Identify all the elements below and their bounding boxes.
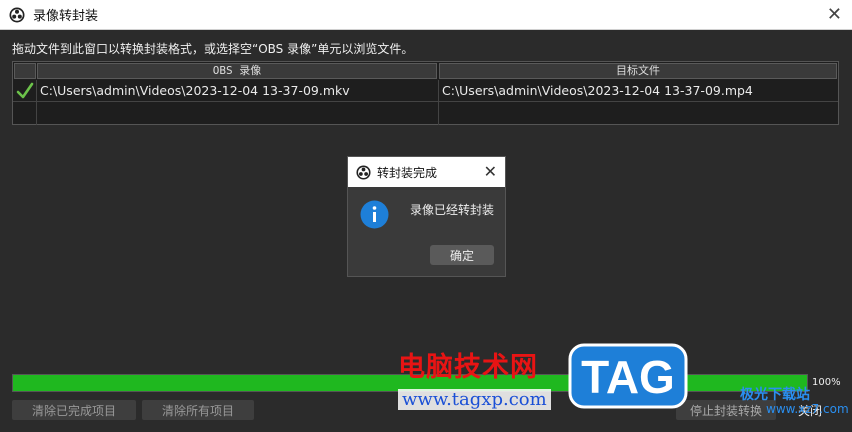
dialog-close-icon[interactable]: ✕	[484, 162, 497, 181]
obs-logo-icon	[9, 7, 25, 22]
window-title: 录像转封装	[33, 9, 99, 24]
watermark-site: 极光下载站	[740, 387, 810, 403]
obs-logo-icon	[356, 164, 371, 180]
dialog-titlebar: 转封装完成 ✕	[348, 157, 505, 187]
progress-percent: 100%	[812, 377, 841, 388]
source-file-cell[interactable]: C:\Users\admin\Videos\2023-12-04 13-37-0…	[40, 83, 350, 98]
clear-all-button[interactable]: 清除所有项目	[142, 400, 254, 420]
target-file-cell[interactable]: C:\Users\admin\Videos\2023-12-04 13-37-0…	[442, 83, 753, 98]
instruction-text: 拖动文件到此窗口以转换封装格式，或选择空“OBS 录像”单元以浏览文件。	[12, 42, 414, 56]
status-column-header	[14, 63, 36, 79]
watermark-site-url: www.xz7.com	[766, 402, 849, 416]
watermark-url: www.tagxp.com	[398, 389, 551, 410]
tag-logo-icon: TAG	[568, 343, 688, 409]
watermark-text: 电脑技术网	[398, 352, 538, 383]
remux-table: OBS 录像 目标文件 C:\Users\admin\Videos\2023-1…	[12, 61, 839, 125]
dialog-title: 转封装完成	[377, 165, 438, 180]
table-row[interactable]: C:\Users\admin\Videos\2023-12-04 13-37-0…	[13, 80, 838, 102]
clear-completed-button[interactable]: 清除已完成项目	[12, 400, 136, 420]
window-close-icon[interactable]: ✕	[827, 5, 842, 25]
window-titlebar: 录像转封装 ✕	[0, 0, 852, 30]
table-row-empty[interactable]	[13, 103, 838, 125]
info-icon	[360, 200, 389, 229]
remux-complete-dialog: 转封装完成 ✕ 录像已经转封装 确定	[348, 157, 505, 276]
checkmark-icon	[16, 82, 34, 99]
column-header-target[interactable]: 目标文件	[439, 63, 837, 79]
tag-logo-text: TAG	[581, 351, 675, 403]
column-divider	[438, 80, 439, 125]
column-divider	[36, 80, 37, 125]
dialog-message: 录像已经转封装	[410, 203, 495, 217]
dialog-ok-button[interactable]: 确定	[430, 245, 494, 265]
column-header-source[interactable]: OBS 录像	[37, 63, 437, 79]
